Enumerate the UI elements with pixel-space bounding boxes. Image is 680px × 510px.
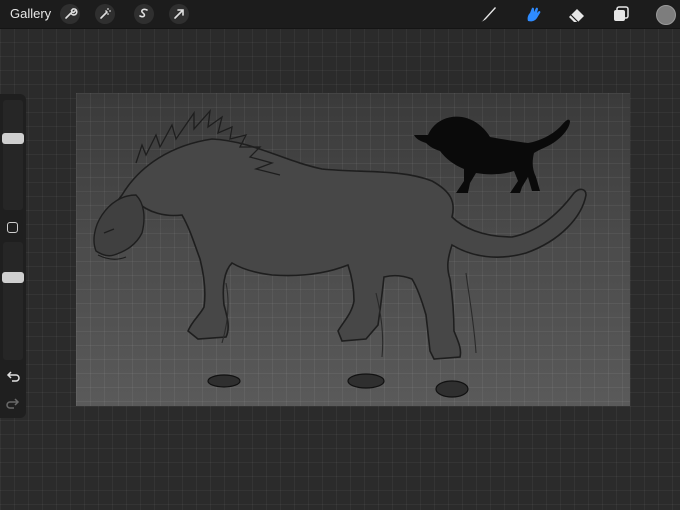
redo-icon[interactable] [5,396,21,410]
brush-opacity-thumb[interactable] [2,271,24,283]
modify-button[interactable] [7,222,18,233]
creature-silhouette [414,116,570,193]
front-paw-right [347,373,385,389]
creature-sketch [93,109,587,398]
selection-icon[interactable] [133,3,155,25]
brush-icon[interactable] [477,3,499,25]
eraser-icon[interactable] [566,3,588,25]
magic-wand-icon[interactable] [94,3,116,25]
gallery-button[interactable]: Gallery [10,6,51,21]
creature-head [93,194,145,257]
front-paw-left [207,374,241,388]
top-toolbar: Gallery [0,0,680,29]
drawing-canvas[interactable] [76,93,630,406]
transform-arrow-icon[interactable] [168,3,190,25]
brush-size-thumb[interactable] [2,132,24,144]
left-sidebar [0,94,26,418]
undo-icon[interactable] [5,369,21,383]
color-picker-swatch[interactable] [656,5,676,25]
creature-body [100,138,587,360]
brush-size-slider[interactable] [2,100,24,210]
smudge-icon[interactable] [522,3,544,25]
wrench-icon[interactable] [59,3,81,25]
layers-icon[interactable] [610,3,632,25]
hind-paw [435,380,469,398]
brush-opacity-slider[interactable] [2,242,24,360]
